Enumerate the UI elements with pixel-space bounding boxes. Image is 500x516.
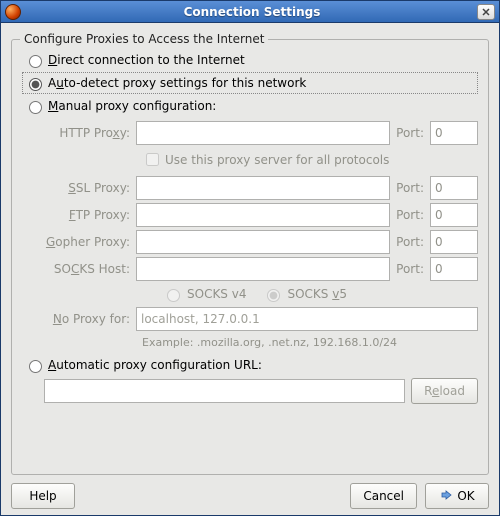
use-for-all-checkbox[interactable] (146, 153, 159, 166)
socks-version-row: SOCKS v4 SOCKS v5 (162, 284, 478, 304)
cancel-button-label: Cancel (363, 489, 404, 503)
ok-button-label: OK (457, 489, 474, 503)
ftp-proxy-label: FTP Proxy: (44, 208, 136, 222)
connection-settings-window: Connection Settings Configure Proxies to… (0, 0, 500, 516)
use-for-all-row[interactable]: Use this proxy server for all protocols (142, 148, 478, 173)
radio-pac[interactable] (29, 360, 42, 373)
radio-manual-row[interactable]: Manual proxy configuration: (22, 95, 478, 117)
http-proxy-label: HTTP Proxy: (44, 126, 136, 140)
help-button[interactable]: Help (11, 483, 75, 509)
radio-pac-label: Automatic proxy configuration URL: (48, 358, 262, 372)
content-area: Configure Proxies to Access the Internet… (1, 23, 499, 515)
ssl-port-input[interactable] (430, 176, 478, 200)
ok-icon (439, 489, 453, 503)
radio-direct-row[interactable]: Direct connection to the Internet (22, 49, 478, 71)
ssl-proxy-row: SSL Proxy: Port: (44, 176, 478, 200)
reload-button[interactable]: Reload (411, 378, 478, 404)
gopher-proxy-input[interactable] (136, 230, 390, 254)
ssl-proxy-label: SSL Proxy: (44, 181, 136, 195)
ftp-port-input[interactable] (430, 203, 478, 227)
no-proxy-row: No Proxy for: (44, 307, 478, 331)
http-proxy-input[interactable] (136, 121, 390, 145)
no-proxy-example: Example: .mozilla.org, .net.nz, 192.168.… (142, 334, 478, 353)
socks-v4-radio[interactable] (167, 289, 180, 302)
http-port-label: Port: (390, 126, 430, 140)
gopher-proxy-label: Gopher Proxy: (44, 235, 136, 249)
gopher-port-input[interactable] (430, 230, 478, 254)
radio-auto-row[interactable]: Auto-detect proxy settings for this netw… (22, 72, 478, 94)
pac-url-input[interactable] (44, 379, 405, 403)
socks-host-input[interactable] (136, 257, 390, 281)
socks-v5-option[interactable]: SOCKS v5 (262, 286, 347, 302)
ssl-proxy-input[interactable] (136, 176, 390, 200)
button-bar: Help Cancel OK (11, 475, 489, 509)
cancel-button[interactable]: Cancel (350, 483, 417, 509)
radio-direct-label: Direct connection to the Internet (48, 53, 245, 67)
ftp-proxy-input[interactable] (136, 203, 390, 227)
socks-host-label: SOCKS Host: (44, 262, 136, 276)
http-port-input[interactable] (430, 121, 478, 145)
socks-v4-label: SOCKS v4 (187, 287, 246, 301)
radio-auto[interactable] (29, 78, 42, 91)
radio-pac-row[interactable]: Automatic proxy configuration URL: (22, 354, 478, 376)
titlebar[interactable]: Connection Settings (1, 1, 499, 23)
window-title: Connection Settings (27, 5, 477, 19)
socks-v5-radio[interactable] (267, 289, 280, 302)
use-for-all-label: Use this proxy server for all protocols (165, 153, 389, 167)
proxy-groupbox: Configure Proxies to Access the Internet… (11, 39, 489, 475)
close-button[interactable] (477, 4, 495, 20)
http-proxy-row: HTTP Proxy: Port: (44, 121, 478, 145)
no-proxy-input[interactable] (136, 307, 478, 331)
radio-manual[interactable] (29, 101, 42, 114)
pac-url-row: Reload (44, 378, 478, 404)
groupbox-title: Configure Proxies to Access the Internet (20, 32, 268, 46)
help-button-label: Help (29, 489, 56, 503)
socks-port-input[interactable] (430, 257, 478, 281)
socks-v4-option[interactable]: SOCKS v4 (162, 286, 246, 302)
radio-direct[interactable] (29, 55, 42, 68)
close-icon (482, 8, 490, 16)
app-icon (5, 4, 21, 20)
socks-port-label: Port: (390, 262, 430, 276)
socks-v5-label: SOCKS v5 (287, 287, 347, 301)
no-proxy-label: No Proxy for: (44, 312, 136, 326)
gopher-port-label: Port: (390, 235, 430, 249)
socks-host-row: SOCKS Host: Port: (44, 257, 478, 281)
reload-button-label: Reload (424, 384, 465, 398)
radio-auto-label: Auto-detect proxy settings for this netw… (48, 76, 306, 90)
ok-button[interactable]: OK (425, 483, 489, 509)
ftp-proxy-row: FTP Proxy: Port: (44, 203, 478, 227)
radio-manual-label: Manual proxy configuration: (48, 99, 216, 113)
ftp-port-label: Port: (390, 208, 430, 222)
ssl-port-label: Port: (390, 181, 430, 195)
gopher-proxy-row: Gopher Proxy: Port: (44, 230, 478, 254)
manual-proxy-grid: HTTP Proxy: Port: Use this proxy server … (44, 121, 478, 353)
